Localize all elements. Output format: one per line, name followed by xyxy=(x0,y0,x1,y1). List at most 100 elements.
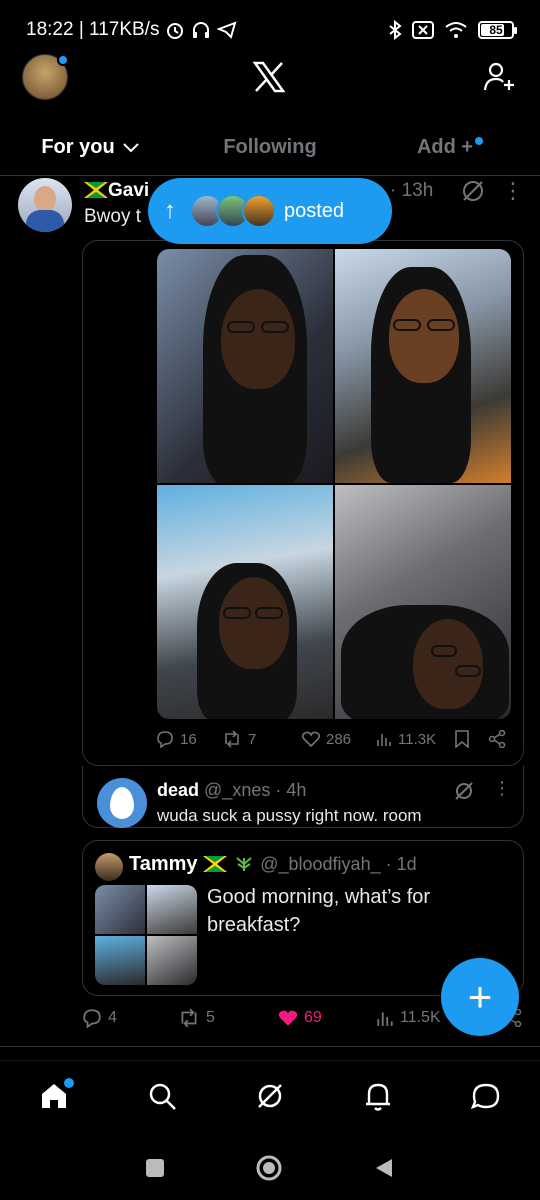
battery-level: 85 xyxy=(489,23,503,37)
sim-off-icon xyxy=(412,21,434,39)
photo-2[interactable] xyxy=(335,249,511,483)
add-user-icon[interactable] xyxy=(482,60,516,94)
more-options-icon[interactable]: ⋮ xyxy=(502,178,524,204)
quote-text: Good morning, what’s for breakfast? xyxy=(207,886,431,936)
repost-button[interactable]: 7 xyxy=(222,730,302,748)
jamaica-flag-icon xyxy=(83,180,109,200)
nav-home[interactable] xyxy=(34,1076,74,1116)
repost-icon xyxy=(181,1008,197,1028)
post-author-name[interactable]: Gavi xyxy=(83,180,150,202)
status-bar: 18:22 | 117KB/s 85 xyxy=(0,0,540,60)
tab-label: For you xyxy=(41,136,115,158)
nav-messages[interactable] xyxy=(466,1076,506,1116)
photo-4[interactable] xyxy=(335,485,511,719)
reply-author-name: dead xyxy=(157,780,200,800)
x-logo-icon xyxy=(252,61,286,93)
alarm-icon xyxy=(167,23,184,39)
grok-icon[interactable] xyxy=(460,178,486,204)
post-actions: 16 7 286 11.3K xyxy=(156,730,516,748)
jamaica-flag-icon xyxy=(202,854,228,874)
post-avatar[interactable] xyxy=(18,178,72,232)
repost-button[interactable]: 5 xyxy=(178,1008,278,1028)
more-options-icon[interactable]: ⋮ xyxy=(493,778,511,799)
grok-icon xyxy=(258,1083,282,1108)
views-button[interactable]: 11.3K xyxy=(376,731,454,748)
heart-icon xyxy=(302,731,320,747)
wifi-icon xyxy=(445,22,467,38)
profile-avatar[interactable] xyxy=(22,54,69,100)
post-time: · 13h xyxy=(390,180,434,201)
repost-count: 7 xyxy=(248,730,257,748)
compose-button[interactable]: + xyxy=(441,958,519,1036)
bottom-nav xyxy=(0,1060,540,1130)
home-button-icon[interactable] xyxy=(255,1154,283,1182)
headphones-icon xyxy=(193,22,210,38)
search-icon xyxy=(149,1083,176,1110)
battery-indicator: 85 xyxy=(478,21,517,39)
quote-handle: @_bloodfiyah_ · 1d xyxy=(260,854,417,874)
repost-count: 5 xyxy=(206,1009,215,1026)
quote-avatar[interactable] xyxy=(95,853,123,881)
new-posts-pill[interactable]: ↑ posted xyxy=(148,178,392,244)
reply-handle: @_xnes · 4h xyxy=(204,780,307,800)
reply-button[interactable]: 16 xyxy=(156,730,222,748)
bookmark-icon[interactable] xyxy=(454,730,470,748)
reply-icon xyxy=(157,731,173,748)
status-left: 18:22 | 117KB/s xyxy=(26,19,237,41)
nav-grok[interactable] xyxy=(250,1076,290,1116)
plus-icon: + xyxy=(467,973,493,1020)
recents-icon[interactable] xyxy=(145,1158,165,1178)
reply-count: 4 xyxy=(108,1009,117,1026)
photo-3[interactable] xyxy=(157,485,333,719)
like-button[interactable]: 286 xyxy=(302,731,376,748)
reply-count: 16 xyxy=(180,730,197,748)
telegram-icon xyxy=(217,21,237,39)
repost-icon xyxy=(225,730,239,748)
tab-for-you[interactable]: For you xyxy=(0,120,180,175)
status-right: 85 xyxy=(388,20,517,40)
top-bar xyxy=(0,52,540,108)
home-dot xyxy=(64,1077,74,1088)
like-count: 69 xyxy=(304,1009,322,1026)
bluetooth-icon xyxy=(389,20,402,40)
reply-author[interactable]: dead @_xnes · 4h xyxy=(157,780,306,801)
like-button[interactable]: 69 xyxy=(278,1009,376,1027)
messages-icon xyxy=(470,1083,500,1109)
tab-add[interactable]: Add + xyxy=(360,120,540,175)
quote-thumbnail[interactable] xyxy=(95,885,197,985)
quote-author[interactable]: Tammy @_bloodfiyah_ · 1d xyxy=(129,853,417,876)
notification-dot xyxy=(57,54,69,66)
arrow-up-icon: ↑ xyxy=(164,197,176,224)
photo-grid[interactable] xyxy=(157,249,511,719)
reply-text: wuda suck a pussy right now. room xyxy=(157,806,422,825)
reply-card[interactable]: dead @_xnes · 4h ⋮ wuda suck a pussy rig… xyxy=(82,766,524,828)
views-count: 11.3K xyxy=(398,730,437,748)
back-icon[interactable] xyxy=(373,1157,395,1179)
poster-avatars xyxy=(190,194,276,228)
like-count: 286 xyxy=(326,730,352,748)
media-card[interactable] xyxy=(82,240,524,766)
quote-author-name: Tammy xyxy=(129,853,198,875)
tab-following[interactable]: Following xyxy=(180,120,360,175)
views-icon xyxy=(377,734,391,746)
nav-search[interactable] xyxy=(142,1076,182,1116)
tab-dot xyxy=(475,136,484,145)
time-and-speed: 18:22 | 117KB/s xyxy=(26,19,160,40)
reply-avatar[interactable] xyxy=(97,778,147,828)
system-nav xyxy=(0,1136,540,1200)
posted-label: posted xyxy=(284,199,345,222)
grok-icon[interactable] xyxy=(453,780,475,802)
reply-icon xyxy=(83,1009,101,1028)
notification-icon xyxy=(366,1083,390,1111)
tab-label: Add + xyxy=(416,136,474,158)
share-icon[interactable] xyxy=(488,730,506,748)
views-icon xyxy=(377,1012,393,1026)
photo-1[interactable] xyxy=(157,249,333,483)
nav-notifications[interactable] xyxy=(358,1076,398,1116)
poster-avatar xyxy=(242,194,276,228)
herb-icon xyxy=(236,857,252,871)
post-text: Bwoy t xyxy=(84,206,142,227)
reply-button[interactable]: 4 xyxy=(82,1008,178,1028)
post-author-label: Gavi xyxy=(108,180,150,201)
tab-label: Following xyxy=(223,136,317,158)
